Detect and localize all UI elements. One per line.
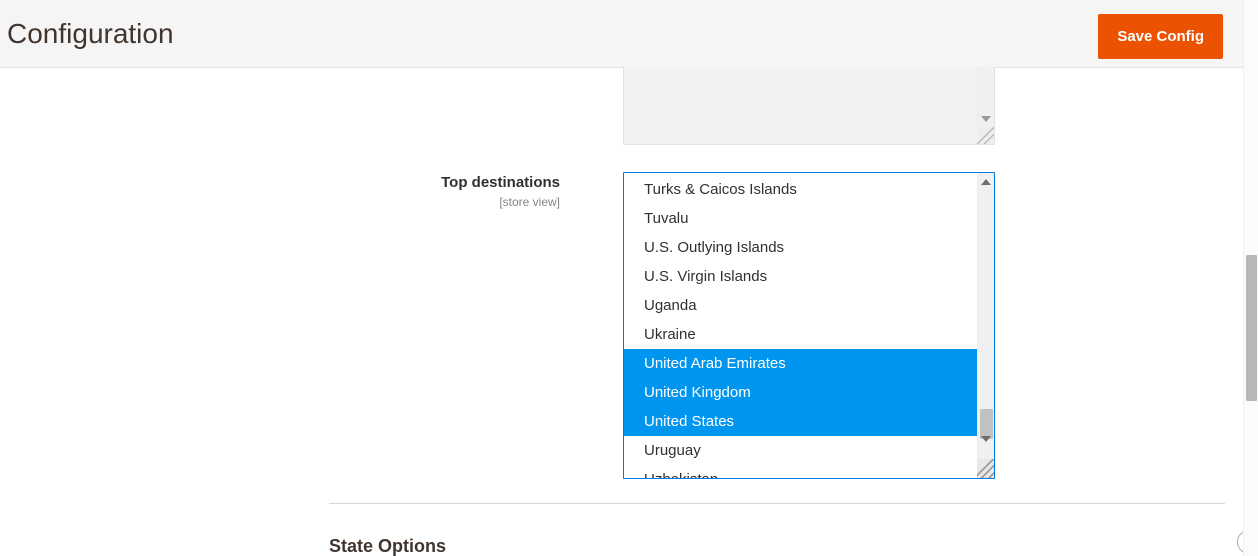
scrollbar-thumb[interactable] — [980, 409, 993, 439]
disabled-multiselect-wrapper: Antigua & Barbuda Argentina — [623, 67, 995, 146]
disabled-country-multiselect[interactable]: Antigua & Barbuda Argentina — [623, 67, 995, 145]
list-item-uruguay[interactable]: Uruguay — [624, 436, 977, 465]
page-title: Configuration — [7, 18, 174, 49]
save-config-button[interactable]: Save Config — [1098, 14, 1223, 59]
select-scrollbar[interactable] — [977, 173, 994, 478]
list-item-us-virgin-islands[interactable]: U.S. Virgin Islands — [624, 262, 977, 291]
scroll-down-arrow-icon[interactable] — [981, 116, 991, 122]
top-destinations-option-list[interactable]: Turks & Caicos Islands Tuvalu U.S. Outly… — [624, 173, 977, 478]
list-item-uzbekistan[interactable]: Uzbekistan — [624, 465, 977, 478]
list-item-united-states[interactable]: United States — [624, 407, 977, 436]
page-header: Configuration Save Config — [0, 0, 1243, 68]
list-item-uganda[interactable]: Uganda — [624, 291, 977, 320]
top-destinations-multiselect[interactable]: Turks & Caicos Islands Tuvalu U.S. Outly… — [623, 172, 995, 479]
configuration-page: Configuration Save Config Antigua & Barb… — [0, 0, 1258, 556]
state-options-section-header[interactable]: State Options — [329, 526, 1258, 556]
scroll-up-arrow-icon[interactable] — [981, 179, 991, 185]
scroll-down-arrow-icon[interactable] — [981, 436, 991, 442]
list-item-united-kingdom[interactable]: United Kingdom — [624, 378, 977, 407]
resize-handle-icon[interactable] — [977, 127, 994, 144]
page-scrollbar-thumb[interactable] — [1246, 255, 1257, 401]
page-scrollbar[interactable] — [1243, 0, 1258, 556]
list-item-tuvalu[interactable]: Tuvalu — [624, 204, 977, 233]
field-label-text: Top destinations — [441, 174, 560, 191]
resize-handle-icon[interactable] — [977, 459, 994, 478]
list-item-us-outlying-islands[interactable]: U.S. Outlying Islands — [624, 233, 977, 262]
section-divider — [329, 503, 1225, 504]
list-item-turks-caicos-islands[interactable]: Turks & Caicos Islands — [624, 175, 977, 204]
content-area: Antigua & Barbuda Argentina Top destinat… — [0, 67, 1258, 556]
field-scope-text: [store view] — [499, 195, 560, 209]
list-item-united-arab-emirates[interactable]: United Arab Emirates — [624, 349, 977, 378]
section-title: State Options — [329, 536, 447, 556]
top-destinations-label: Top destinations [store view] — [280, 173, 560, 210]
list-item-ukraine[interactable]: Ukraine — [624, 320, 977, 349]
